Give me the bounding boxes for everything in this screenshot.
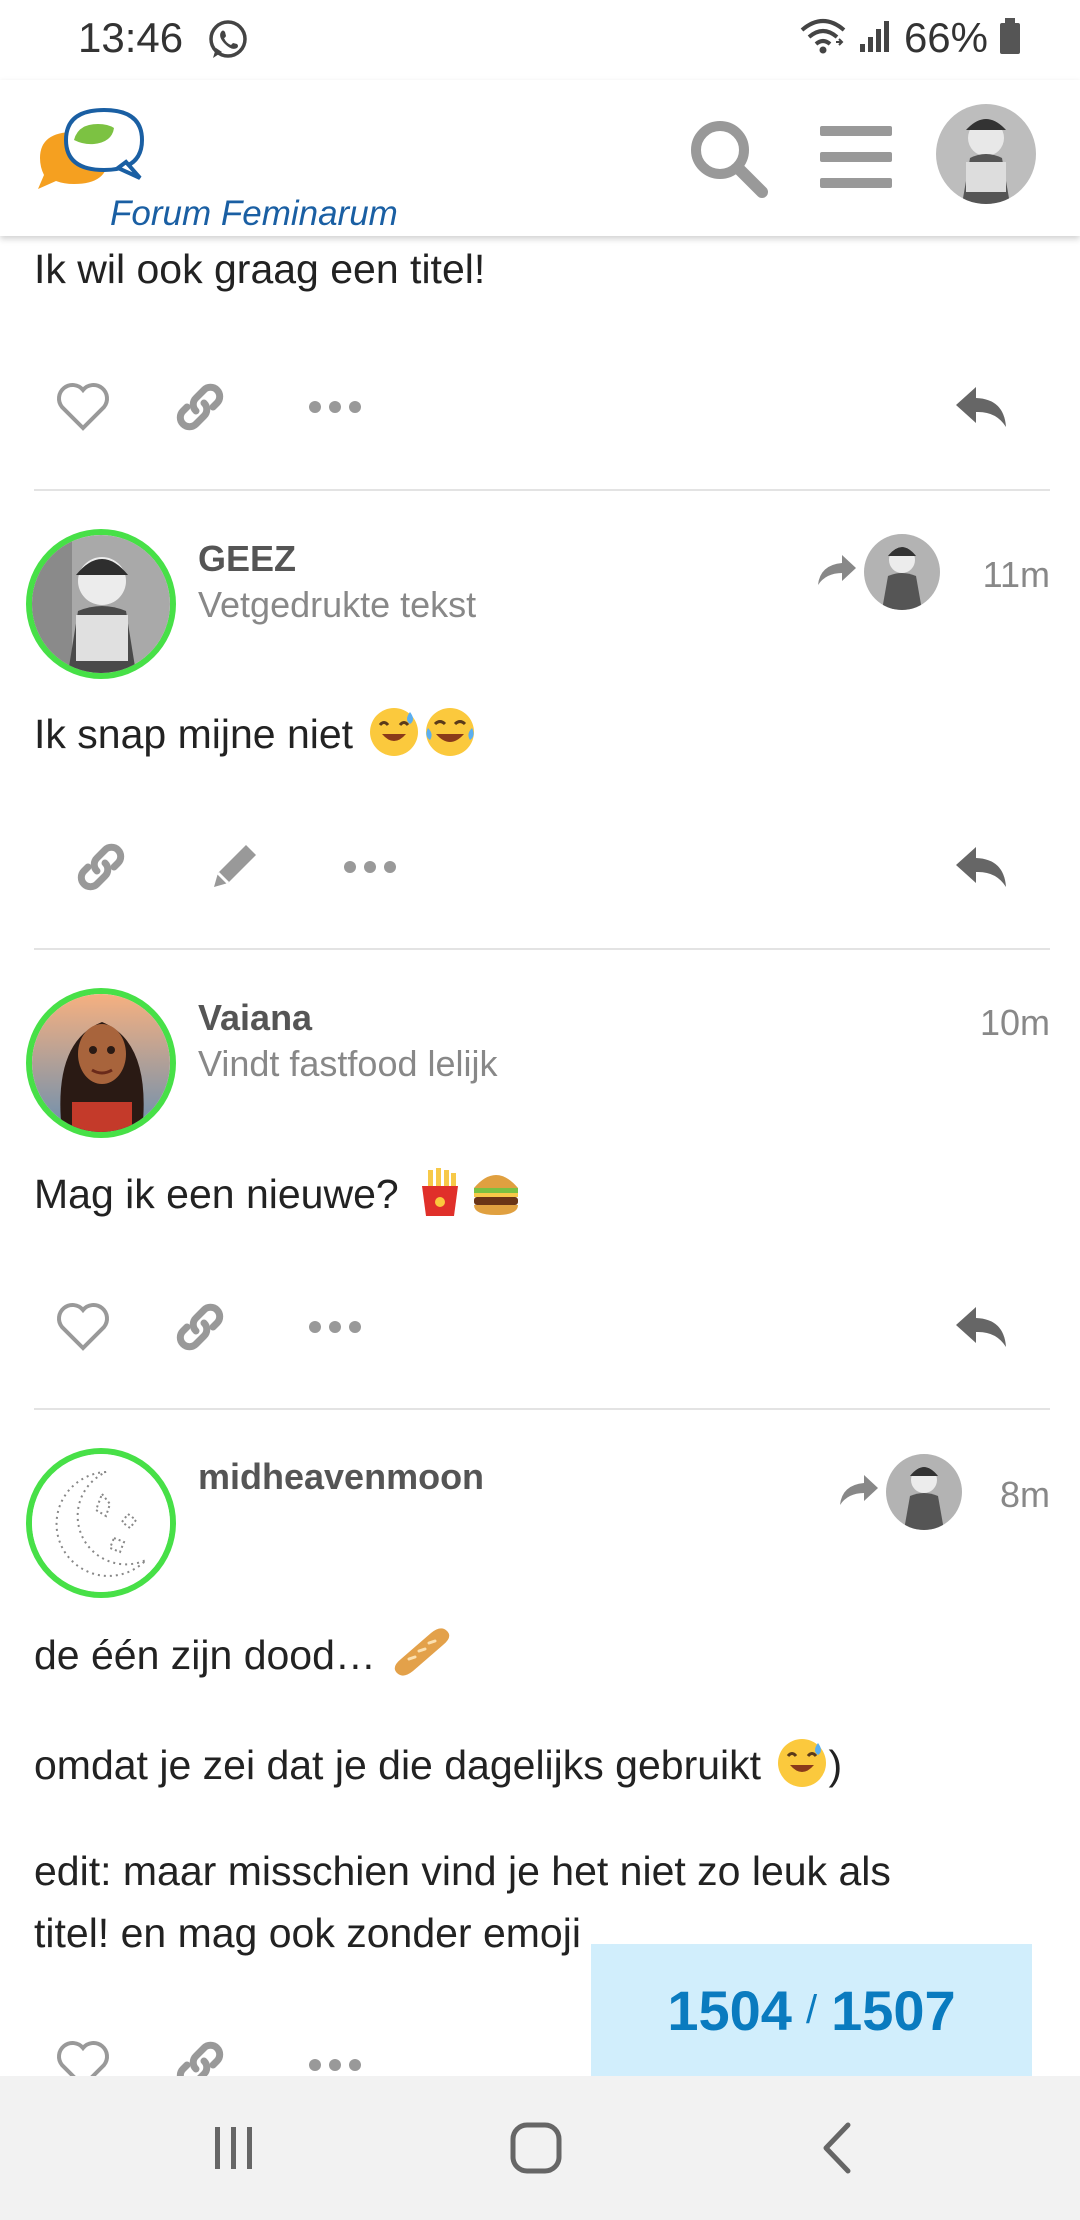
speech-bubbles-logo-icon [38,107,145,189]
whatsapp-icon [206,18,250,67]
post-body: edit: maar misschien vind je het niet zo… [34,1848,891,1894]
baguette-emoji [391,1627,450,1679]
reply-to-indicator[interactable] [838,1454,962,1530]
wifi-icon [798,16,848,61]
more-icon[interactable] [300,372,370,442]
topic-progress[interactable]: 1504 / 1507 [591,1944,1032,2076]
progress-total: 1507 [831,1978,956,2042]
post-body-text: omdat je zei dat je die dagelijks gebrui… [34,1742,762,1788]
battery-icon [998,16,1022,61]
post-username[interactable]: Vaiana [198,997,312,1039]
more-icon[interactable] [335,832,405,902]
post-time[interactable]: 10m [980,1002,1050,1044]
post-divider [34,1408,1050,1410]
heart-icon[interactable] [48,1292,118,1362]
status-time: 13:46 [78,14,184,61]
post-body-text: ) [828,1742,843,1788]
post-user-title: Vindt fastfood lelijk [198,1043,498,1084]
progress-separator: / [805,1987,818,2032]
post-avatar[interactable] [26,529,176,679]
status-bar: 13:46 66% [0,0,1080,80]
post-divider [34,489,1050,491]
site-header: Forum Feminarum [0,80,1080,236]
search-icon[interactable] [686,116,770,205]
reply-icon[interactable] [947,1292,1017,1362]
post-body: titel! en mag ook zonder emoji [34,1910,581,1956]
tears-of-joy-emoji [424,706,476,758]
post-user-title: Vetgedrukte tekst [198,584,477,625]
reply-arrow-icon [816,553,858,592]
reply-icon[interactable] [947,832,1017,902]
post-body-text: Mag ik een nieuwe? [34,1171,399,1217]
post-avatar[interactable] [26,1448,176,1598]
grinning-sweat-emoji [776,1737,828,1789]
battery-percent: 66% [903,14,988,61]
home-icon[interactable] [500,2112,572,2184]
fries-emoji [414,1166,466,1218]
reply-to-avatar [886,1454,962,1530]
post-time[interactable]: 8m [1000,1474,1050,1516]
signal-icon [858,18,894,59]
post-avatar[interactable] [26,988,176,1138]
reply-icon[interactable] [947,372,1017,442]
post-body-text: Ik snap mijne niet [34,711,354,757]
post-username[interactable]: midheavenmoon [198,1456,484,1498]
post-body: omdat je zei dat je die dagelijks gebrui… [34,1737,842,1789]
reply-to-avatar [864,534,940,610]
user-avatar[interactable] [936,104,1036,204]
link-icon[interactable] [66,832,136,902]
logo-text: Forum Feminarum [110,194,398,233]
post-body: Ik snap mijne niet [34,706,476,758]
post-username[interactable]: GEEZ [198,538,296,580]
status-icons: 66% [798,14,1022,62]
post-body-text: de één zijn dood… [34,1632,376,1678]
heart-icon[interactable] [48,372,118,442]
burger-emoji [470,1166,522,1218]
hamburger-menu-icon[interactable] [820,124,892,195]
system-nav-bar [0,2076,1080,2220]
site-logo[interactable]: Forum Feminarum [30,100,450,233]
recent-apps-icon[interactable] [198,2112,270,2184]
reply-arrow-icon [838,1473,880,1512]
pencil-icon[interactable] [199,832,269,902]
grinning-sweat-emoji [368,706,420,758]
post-body: Mag ik een nieuwe? [34,1166,522,1218]
post-time[interactable]: 11m [983,554,1050,596]
link-icon[interactable] [165,1292,235,1362]
more-icon[interactable] [300,1292,370,1362]
link-icon[interactable] [165,372,235,442]
reply-to-indicator[interactable] [816,534,940,610]
post-body: de één zijn dood… [34,1627,450,1679]
post-divider [34,948,1050,950]
post-body: Ik wil ook graag een titel! [34,246,486,292]
progress-current: 1504 [667,1978,792,2042]
back-icon[interactable] [802,2112,874,2184]
